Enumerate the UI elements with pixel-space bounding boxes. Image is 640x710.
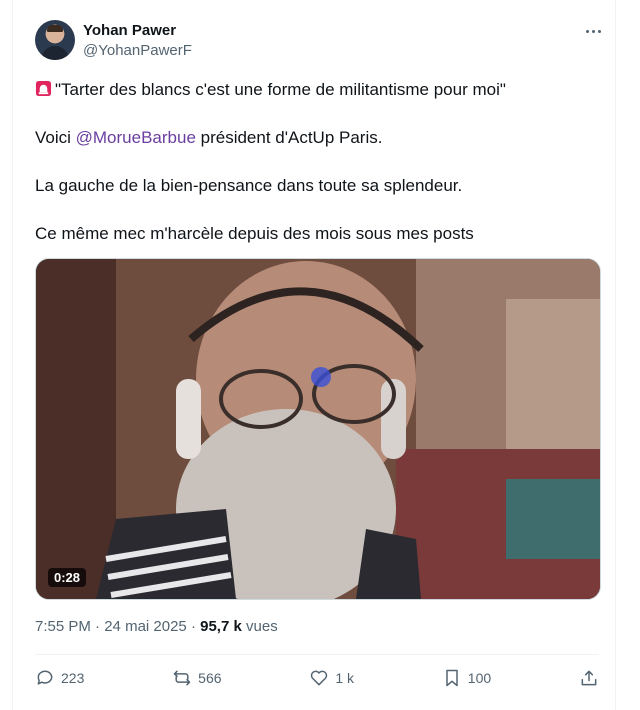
bookmark-count: 100 <box>467 670 492 686</box>
avatar-suit <box>41 46 69 60</box>
tweet-line-3: La gauche de la bien-pensance dans toute… <box>35 176 463 195</box>
avatar[interactable] <box>35 20 75 60</box>
share-icon <box>581 670 597 686</box>
author-name[interactable]: Yohan Pawer <box>83 22 176 39</box>
meta-separator: · <box>186 618 201 635</box>
author-handle[interactable]: @YohanPawerF <box>83 42 192 59</box>
bookmark-button[interactable]: 100 <box>442 668 491 688</box>
tweet-line-1: "Tarter des blancs c'est une forme de mi… <box>35 78 605 102</box>
video-duration: 0:28 <box>48 568 87 587</box>
more-button[interactable] <box>583 24 603 38</box>
bookmark-icon <box>446 669 458 687</box>
tweet-meta: 7:55 PM · 24 mai 2025 · 95,7 k vues <box>35 618 278 635</box>
tweet-line-1-text: "Tarter des blancs c'est une forme de mi… <box>55 80 506 99</box>
reply-button[interactable]: 223 <box>35 668 84 688</box>
tweet-time[interactable]: 7:55 PM <box>35 618 91 635</box>
repost-count: 566 <box>198 670 222 686</box>
siren-icon <box>35 80 52 97</box>
repost-icon <box>173 670 191 686</box>
like-icon <box>311 670 328 686</box>
tweet-line-2-suffix: président d'ActUp Paris. <box>195 128 383 147</box>
tweet-text: "Tarter des blancs c'est une forme de mi… <box>35 78 605 270</box>
share-button[interactable] <box>579 668 599 688</box>
tweet-card: Yohan Pawer @YohanPawerF "Tarter des bla… <box>12 0 616 710</box>
tweet-date[interactable]: 24 mai 2025 <box>104 618 187 635</box>
meta-separator: · <box>90 618 105 635</box>
tweet-line-2-prefix: Voici <box>35 128 76 147</box>
reply-count: 223 <box>61 670 85 686</box>
tweet-line-2: Voici @MorueBarbue président d'ActUp Par… <box>35 126 605 150</box>
views-count: 95,7 k <box>200 618 242 635</box>
avatar-hair <box>47 25 63 32</box>
repost-button[interactable]: 566 <box>172 668 222 688</box>
divider <box>35 654 599 655</box>
reply-icon <box>37 670 53 685</box>
like-button[interactable]: 1 k <box>309 668 354 688</box>
action-bar: 223 566 1 k 100 <box>35 662 599 694</box>
video-player[interactable]: 0:28 <box>35 258 601 600</box>
like-count: 1 k <box>335 670 354 686</box>
views-label: vues <box>241 618 278 635</box>
tweet-line-4: Ce même mec m'harcèle depuis des mois so… <box>35 224 474 243</box>
video-frame <box>36 259 600 599</box>
mention-link[interactable]: @MorueBarbue <box>76 128 196 147</box>
more-icon <box>585 29 589 33</box>
